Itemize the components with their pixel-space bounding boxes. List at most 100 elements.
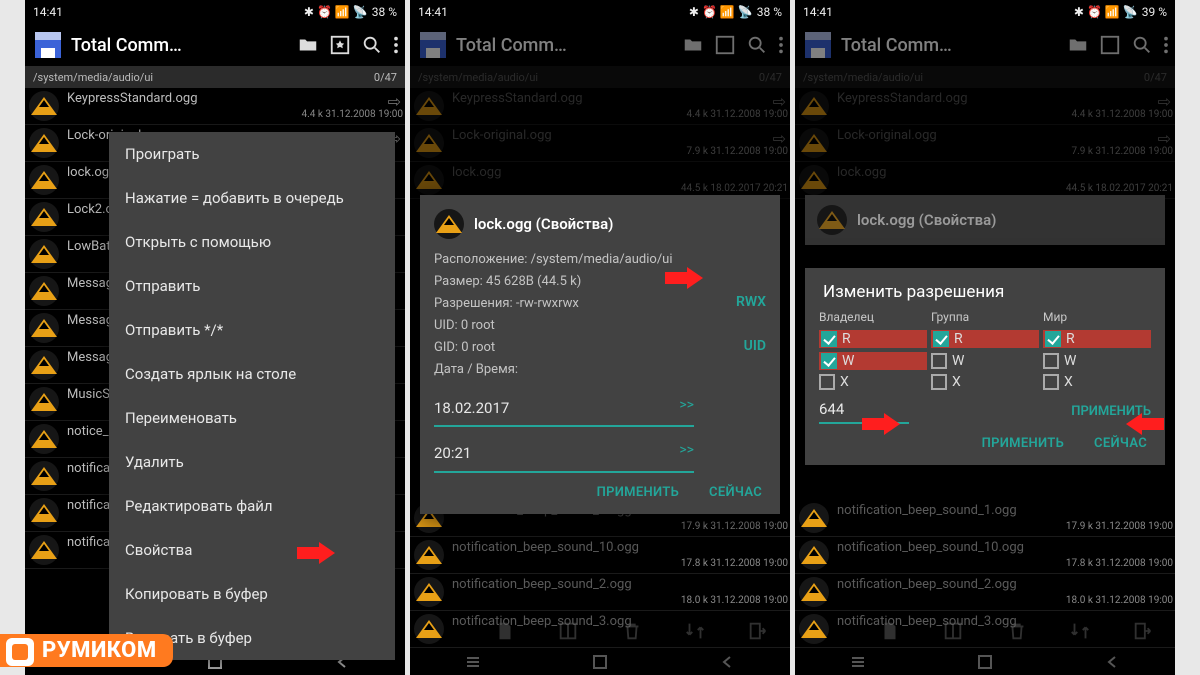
world-x-checkbox[interactable]: X [1043,374,1151,390]
context-menu-item[interactable]: Нажатие = добавить в очередь [109,176,395,220]
search-icon[interactable] [1131,34,1153,56]
file-name: notification_beep_sound_10.ogg [452,540,788,555]
file-type-icon [799,503,829,533]
overflow-icon[interactable] [393,34,399,56]
arrow-annotation [1122,413,1164,435]
col-world: Мир [1043,308,1151,326]
star-icon[interactable] [714,34,736,56]
date-input[interactable]: 18.02.2017 [434,394,694,428]
group-w-checkbox[interactable]: W [931,352,1039,370]
phone-screenshot-1: 14:41 ✱ ⏰ 📶 📡38 % Total Comm… /system/me… [25,0,405,675]
file-meta: 17.8 k 31.12.2008 19:00 [837,558,1173,569]
file-meta: 17.9 k 31.12.2008 19:00 [837,521,1173,532]
file-name: notification_beep_sound_3.ogg [837,614,1173,629]
file-type-icon [29,313,59,343]
overflow-icon[interactable] [778,34,784,56]
prop-uid: UID: 0 root [434,315,766,337]
file-type-icon [29,128,59,158]
context-menu-item[interactable]: Копировать в буфер [109,572,395,616]
folder-icon[interactable] [1067,34,1089,56]
file-type-icon [29,461,59,491]
path-index: 0/47 [374,71,397,84]
file-type-icon [29,424,59,454]
file-type-icon [414,614,444,644]
rwx-button[interactable]: RWX [736,291,766,315]
file-type-icon [29,202,59,232]
file-name: notification_beep_sound_2.ogg [837,577,1173,592]
file-list-below: notification_beep_sound_1.ogg 17.9 k 31.… [795,500,1175,648]
owner-w-checkbox[interactable]: W [819,352,927,370]
path-text: /system/media/audio/ui [33,71,153,84]
file-row[interactable]: notification_beep_sound_1.ogg 17.9 k 31.… [795,500,1175,537]
prop-gid: GID: 0 root [434,340,495,355]
file-row[interactable]: KeypressStandard.ogg 4.4 k 31.12.2008 19… [25,88,405,125]
app-bar: Total Comm… [25,24,405,66]
file-row[interactable]: notification_beep_sound_2.ogg 18.0 k 31.… [410,574,790,611]
file-name: notification_beep_sound_3.ogg [452,614,788,629]
context-menu: ПроигратьНажатие = добавить в очередьОтк… [109,132,395,660]
context-menu-item[interactable]: Свойства [109,528,395,572]
date-more-button[interactable]: >> [679,394,694,418]
search-icon[interactable] [746,34,768,56]
file-type-icon [29,498,59,528]
file-type-icon [414,577,444,607]
permissions-dialog: Изменить разрешения Владелец Группа Мир … [805,268,1165,465]
time-more-button[interactable]: >> [679,439,694,463]
context-menu-item[interactable]: Редактировать файл [109,484,395,528]
file-row[interactable]: notification_beep_sound_2.ogg 18.0 k 31.… [795,574,1175,611]
arrow-annotation [665,267,707,289]
file-type-icon [799,614,829,644]
file-type-icon [414,540,444,570]
app-bar: Total Comm… [795,24,1175,66]
file-meta: 17.9 k 31.12.2008 19:00 [452,521,788,532]
col-owner: Владелец [819,308,927,326]
file-meta: 4.4 k 31.12.2008 19:00 [67,109,403,120]
context-menu-item[interactable]: Переименовать [109,396,395,440]
search-icon[interactable] [361,34,383,56]
folder-icon[interactable] [682,34,704,56]
app-bar: Total Comm… [410,24,790,66]
watermark-logo: РУМИКОМ [0,634,173,667]
apply-button[interactable]: ПРИМЕНИТЬ [982,436,1064,451]
now-button[interactable]: СЕЙЧАС [709,485,762,500]
file-type-icon [799,577,829,607]
col-group: Группа [931,308,1039,326]
group-x-checkbox[interactable]: X [931,374,1039,390]
file-row[interactable]: notification_beep_sound_10.ogg 17.8 k 31… [795,537,1175,574]
uid-button[interactable]: UID [744,335,766,359]
folder-icon[interactable] [297,34,319,56]
context-menu-item[interactable]: Проиграть [109,132,395,176]
owner-x-checkbox[interactable]: X [819,374,927,390]
path-bar: /system/media/audio/ui 0/47 [25,66,405,88]
prop-location: Расположение: /system/media/audio/ui [434,249,766,271]
file-row[interactable]: notification_beep_sound_3.ogg [410,611,790,648]
owner-r-checkbox[interactable]: R [819,330,927,348]
group-r-checkbox[interactable]: R [931,330,1039,348]
context-menu-item[interactable]: Открыть с помощью [109,220,395,264]
status-right: ✱ ⏰ 📶 📡38 % [304,5,397,19]
context-menu-item[interactable]: Отправить */* [109,308,395,352]
disk-icon [420,32,446,58]
file-row[interactable]: notification_beep_sound_10.ogg 17.8 k 31… [410,537,790,574]
apply-button[interactable]: ПРИМЕНИТЬ [597,485,679,500]
file-row[interactable]: notification_beep_sound_3.ogg [795,611,1175,648]
star-icon[interactable] [329,34,351,56]
world-w-checkbox[interactable]: W [1043,352,1151,370]
phone-screenshot-2: 14:41 ✱ ⏰ 📶 📡38 % Total Comm… /system/me… [410,0,790,675]
context-menu-item[interactable]: Удалить [109,440,395,484]
dialog-title: Изменить разрешения [819,282,1151,302]
file-type-icon [29,239,59,269]
file-name: notification_beep_sound_1.ogg [837,503,1173,518]
file-type-icon [799,540,829,570]
world-r-checkbox[interactable]: R [1043,330,1151,348]
file-meta: 18.0 k 31.12.2008 19:00 [837,595,1173,606]
file-type-icon [29,91,59,121]
context-menu-item[interactable]: Отправить [109,264,395,308]
file-type-icon [29,350,59,380]
context-menu-item[interactable]: Создать ярлык на столе [109,352,395,396]
now-button[interactable]: СЕЙЧАС [1094,436,1147,451]
file-type-icon [434,209,464,239]
overflow-icon[interactable] [1163,34,1169,56]
star-icon[interactable] [1099,34,1121,56]
time-input[interactable]: 20:21 [434,439,694,473]
